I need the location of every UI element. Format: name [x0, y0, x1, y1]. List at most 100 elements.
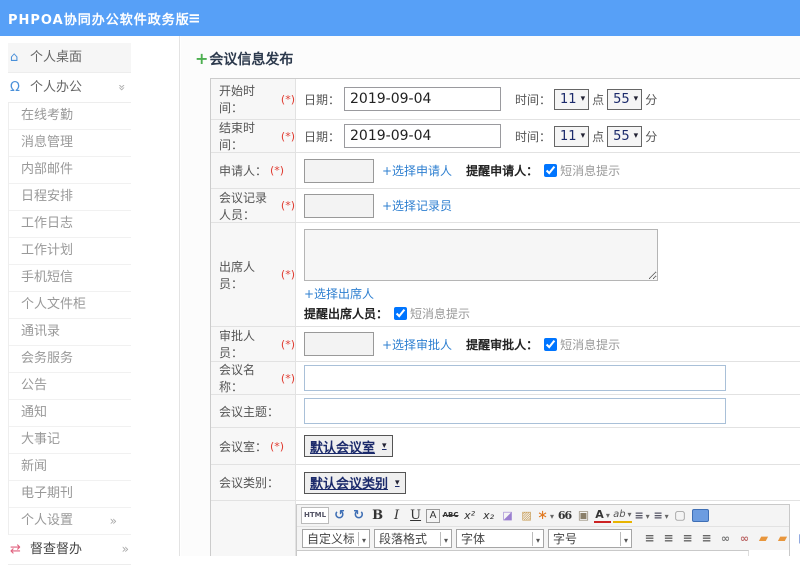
sms-hint-label: 短消息提示	[560, 337, 621, 352]
sidebar-subitem[interactable]: 大事记	[9, 427, 131, 454]
font-family-select[interactable]: 字体	[456, 529, 544, 548]
attendee-sms-checkbox[interactable]	[394, 307, 408, 320]
dropdown-arrow-icon	[439, 531, 451, 546]
sidebar-subitem[interactable]: 日程安排	[9, 184, 131, 211]
bold-icon[interactable]: B	[369, 507, 386, 524]
sidebar-subitem[interactable]: 个人文件柜	[9, 292, 131, 319]
editor-content-area[interactable]	[297, 550, 749, 556]
media-icon[interactable]: ▮	[793, 530, 800, 547]
sidebar-subitem[interactable]: 通讯录	[9, 319, 131, 346]
sidebar-subitem[interactable]: 内部邮件	[9, 157, 131, 184]
ordered-list-icon[interactable]: ≡	[634, 507, 651, 524]
approver-sms-checkbox[interactable]	[544, 337, 558, 351]
meeting-subject-label-cell: 会议主题：	[211, 395, 296, 427]
choose-recorder-link[interactable]: +选择记录员	[382, 197, 452, 214]
font-style-icon[interactable]: A	[426, 508, 441, 523]
time-label: 时间：	[515, 92, 552, 107]
align-center-icon[interactable]: ≡	[660, 530, 677, 547]
eraser-icon[interactable]: ◪	[499, 507, 516, 524]
unordered-list-icon[interactable]: ≡	[653, 507, 670, 524]
new-page-icon[interactable]: ▢	[672, 507, 689, 524]
choose-applicant-link[interactable]: +选择申请人	[382, 162, 452, 179]
link-icon[interactable]: ∞	[717, 530, 734, 547]
dropdown-arrow-icon	[531, 531, 543, 546]
heading-select[interactable]: 自定义标题	[302, 529, 370, 548]
image-icon[interactable]: ▰	[755, 530, 772, 547]
applicant-sms-checkbox[interactable]	[544, 164, 558, 177]
sidebar-item-office[interactable]: Ω 个人办公 »	[8, 73, 131, 103]
meeting-category-select[interactable]: 默认会议类别	[304, 471, 406, 494]
shuffle-icon: ⇄	[10, 542, 21, 557]
fullscreen-icon[interactable]	[691, 509, 709, 522]
highlight-color-icon[interactable]: ab	[613, 509, 632, 523]
meeting-name-input[interactable]	[304, 365, 726, 391]
recorder-label-cell: 会议记录人员： (*)	[211, 189, 296, 222]
start-hour-select[interactable]: 11	[554, 88, 590, 110]
sidebar-subitem[interactable]: 公告	[9, 373, 131, 400]
align-left-icon[interactable]: ≡	[641, 530, 658, 547]
sidebar-item-desktop[interactable]: ⌂ 个人桌面	[8, 43, 131, 73]
attendees-textarea[interactable]	[304, 229, 658, 281]
dropdown-arrow-icon	[357, 531, 369, 546]
sidebar-subitem[interactable]: 新闻	[9, 454, 131, 481]
superscript-icon[interactable]: x²	[461, 507, 478, 524]
align-right-icon[interactable]: ≡	[679, 530, 696, 547]
editor-toolbar-row2: 自定义标题段落格式字体字号 ≡≡≡≡∞∞▰▰▮▦	[297, 526, 800, 550]
strikethrough-icon[interactable]: ABC	[442, 507, 459, 524]
end-minute-select[interactable]: 55	[607, 125, 643, 147]
menu-toggle-icon[interactable]: ≡	[188, 9, 201, 27]
chevron-down-icon: »	[114, 83, 129, 92]
sidebar-subitem[interactable]: 手机短信	[9, 265, 131, 292]
sms-hint-label: 短消息提示	[410, 307, 471, 321]
net-image-icon[interactable]: ▰	[774, 530, 791, 547]
form-row-start-time: 开始时间： (*) 日期： 时间： 11 点 55 分	[211, 79, 800, 120]
html-source-button[interactable]: HTML	[301, 507, 330, 524]
sidebar-subitem-settings[interactable]: 个人设置 »	[9, 508, 131, 535]
applicant-input[interactable]	[304, 158, 374, 183]
start-minute-select[interactable]: 55	[607, 88, 643, 110]
remind-attendee-label: 提醒出席人员：	[304, 307, 389, 321]
choose-approver-link[interactable]: +选择审批人	[382, 336, 452, 353]
meeting-category-label-cell: 会议类别：	[211, 465, 296, 500]
end-date-input[interactable]	[344, 124, 502, 148]
sidebar-subitem[interactable]: 工作日志	[9, 211, 131, 238]
font-size-select[interactable]: 字号	[548, 529, 632, 548]
end-time-label-cell: 结束时间： (*)	[211, 120, 296, 152]
user-icon: Ω	[10, 80, 20, 95]
sidebar-subitem[interactable]: 通知	[9, 400, 131, 427]
remind-approver-label: 提醒审批人：	[466, 337, 539, 352]
justify-icon[interactable]: ≡	[698, 530, 715, 547]
start-time-label-cell: 开始时间： (*)	[211, 79, 296, 119]
required-mark: (*)	[270, 439, 285, 453]
paragraph-select[interactable]: 段落格式	[374, 529, 452, 548]
sidebar-subitem[interactable]: 电子期刊	[9, 481, 131, 508]
sidebar-subitem[interactable]: 在线考勤	[9, 103, 131, 130]
subscript-icon[interactable]: x₂	[480, 507, 497, 524]
start-date-input[interactable]	[344, 87, 502, 111]
add-icon: +	[195, 49, 209, 68]
format-brush-icon[interactable]: ▨	[518, 507, 535, 524]
applicant-label-cell: 申请人： (*)	[211, 153, 296, 188]
font-color-icon[interactable]: A	[594, 509, 612, 523]
italic-icon[interactable]: I	[388, 507, 405, 524]
required-mark: (*)	[280, 371, 295, 385]
end-hour-select[interactable]: 11	[554, 125, 590, 147]
blockquote-icon[interactable]: 66	[556, 507, 573, 524]
underline-icon[interactable]: U	[407, 507, 424, 524]
sidebar-item-supervise[interactable]: ⇄ 督查督办 »	[8, 535, 131, 565]
undo-icon[interactable]: ↺	[331, 507, 348, 524]
sidebar-item-label: 个人办公	[30, 80, 83, 95]
paste-icon[interactable]: ▣	[575, 507, 592, 524]
sidebar-subitem[interactable]: 工作计划	[9, 238, 131, 265]
meeting-room-select[interactable]: 默认会议室	[304, 435, 393, 457]
sidebar-subitem[interactable]: 消息管理	[9, 130, 131, 157]
redo-icon[interactable]: ↻	[350, 507, 367, 524]
approver-input[interactable]	[304, 332, 374, 356]
quick-format-icon[interactable]: ∗	[537, 507, 554, 524]
sidebar-subitem[interactable]: 会务服务	[9, 346, 131, 373]
meeting-subject-input[interactable]	[304, 398, 726, 424]
form-row-meeting-name: 会议名称： (*)	[211, 362, 800, 395]
recorder-input[interactable]	[304, 193, 374, 218]
choose-attendee-link[interactable]: +选择出席人	[304, 287, 374, 301]
unlink-icon[interactable]: ∞	[736, 530, 753, 547]
